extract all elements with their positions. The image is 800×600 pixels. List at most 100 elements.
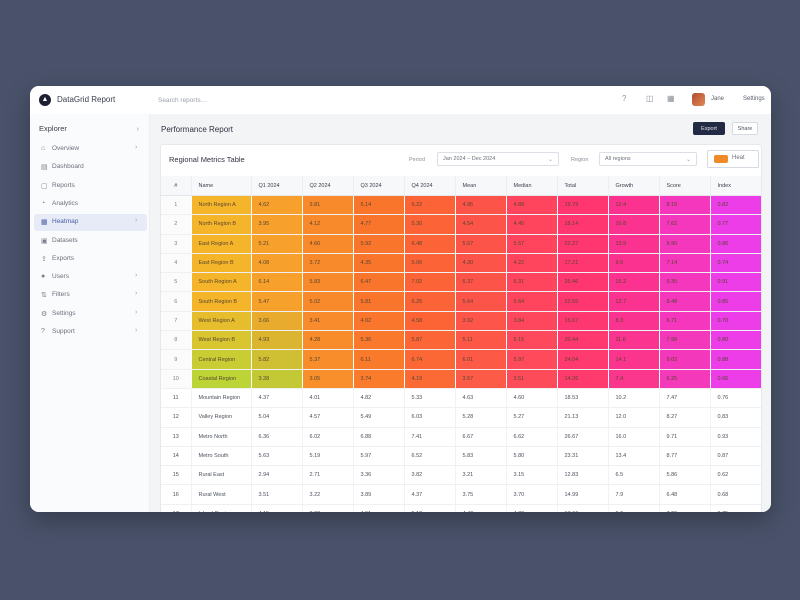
- app-window: ▲ DataGrid Report ? ◫ ▦ Jane Settings Ex…: [30, 86, 771, 512]
- heat-swatch: [714, 155, 728, 163]
- column-header[interactable]: Median: [506, 176, 558, 196]
- table-cell: 5.06: [404, 253, 456, 274]
- column-header[interactable]: Growth: [608, 176, 660, 196]
- table-cell: 5.15: [506, 330, 558, 351]
- share-button[interactable]: Share: [732, 122, 758, 135]
- sidebar-item-support[interactable]: ? Support ›: [34, 324, 147, 341]
- sidebar-item-overview[interactable]: ⌂ Overview ›: [34, 141, 147, 158]
- row-name-cell: Rural East: [191, 465, 252, 486]
- table-cell: 0.86: [710, 234, 761, 254]
- column-header[interactable]: Total: [557, 176, 609, 196]
- column-header[interactable]: Q2 2024: [302, 176, 354, 196]
- table-cell: 8.15: [659, 195, 711, 216]
- grid-icon[interactable]: ▦: [667, 94, 675, 103]
- sidebar-item-reports[interactable]: ▢ Reports: [34, 178, 147, 195]
- region-filter-input[interactable]: All regions ⌄: [599, 152, 697, 166]
- table-cell: 5.21: [251, 234, 303, 254]
- table-cell: 4.02: [353, 311, 405, 332]
- table-row[interactable]: 14 Metro South 5.63 5.19 5.97 6.52 5.83 5.80 23.…: [161, 446, 761, 467]
- table-cell: 6.11: [353, 349, 405, 370]
- sidebar-item-label: Filters: [52, 291, 70, 299]
- settings-icon: ⚙: [41, 310, 48, 318]
- search-input[interactable]: [158, 94, 308, 106]
- table-cell: 4.58: [404, 311, 456, 332]
- table-cell: 10.2: [608, 388, 660, 409]
- table-cell: 6.02: [302, 427, 354, 447]
- period-filter-input[interactable]: Jan 2024 – Dec 2024 ⌄: [437, 152, 559, 166]
- column-header[interactable]: Score: [659, 176, 711, 196]
- column-header[interactable]: Index: [710, 176, 761, 196]
- row-index: 7: [161, 311, 192, 332]
- table-row[interactable]: 11 Mountain Region 4.37 4.01 4.82 5.33 4.63 4.6…: [161, 388, 761, 409]
- row-index: 8: [161, 330, 192, 351]
- table-cell: 3.82: [404, 465, 456, 486]
- column-header[interactable]: Mean: [455, 176, 507, 196]
- sidebar-item-exports[interactable]: ⇪ Exports: [34, 251, 147, 268]
- sidebar-item-settings[interactable]: ⚙ Settings ›: [34, 306, 147, 323]
- table-cell: 5.97: [353, 446, 405, 467]
- table-cell: 0.85: [710, 291, 761, 312]
- row-name-cell: Rural West: [191, 484, 252, 505]
- table-row[interactable]: 4 East Region B 4.08 3.72 4.35 5.06 4.30 4.22 17…: [161, 253, 761, 274]
- table-row[interactable]: 17Island Region4.153.884.515.124.424.331…: [161, 504, 761, 512]
- table-row[interactable]: 9 Central Region 5.82 5.37 6.11 6.74 6.01 5.97 2…: [161, 349, 761, 370]
- table-row[interactable]: 16 Rural West 3.51 3.22 3.89 4.37 3.75 3.70 14.9…: [161, 484, 761, 505]
- table-row[interactable]: 15 Rural East 2.94 2.71 3.36 3.82 3.21 3.15 12.8…: [161, 465, 761, 486]
- table-cell: 8.27: [659, 407, 711, 428]
- column-header[interactable]: #: [161, 176, 192, 196]
- sidebar-header[interactable]: Explorer ›: [39, 124, 139, 133]
- table-row[interactable]: 7 West Region A 3.66 3.41 4.02 4.58 3.92 3.84 15…: [161, 311, 761, 332]
- table-cell: 3.22: [302, 484, 354, 505]
- sidebar-item-filters[interactable]: ⇅ Filters ›: [34, 287, 147, 304]
- sidebar-item-users[interactable]: ● Users ›: [34, 269, 147, 286]
- table-row[interactable]: 12 Valley Region 5.04 4.57 5.49 6.03 5.28 5.27 2…: [161, 407, 761, 428]
- table-row[interactable]: 3 East Region A 5.21 4.66 5.92 6.48 5.57 5.57 22…: [161, 234, 761, 254]
- help-icon: ?: [41, 328, 45, 335]
- table-cell: 4.66: [302, 234, 354, 254]
- table-row[interactable]: 2 North Region B 3.95 4.12 4.77 5.30 4.54 4.45 1…: [161, 214, 761, 235]
- avatar[interactable]: [692, 93, 705, 106]
- table-row[interactable]: 5 South Region A 6.14 5.83 6.47 7.02 6.37 6.31 2…: [161, 272, 761, 293]
- sidebar-item-dashboard[interactable]: ▤ Dashboard: [34, 159, 147, 176]
- table-cell: 8.90: [659, 234, 711, 254]
- table-cell: 7.62: [659, 214, 711, 235]
- table-row[interactable]: 8 West Region B 4.93 4.28 5.36 5.87 5.11 5.15 20…: [161, 330, 761, 351]
- table-row[interactable]: 10 Coastal Region 3.28 3.05 3.74 4.19 3.57 3.51…: [161, 369, 761, 389]
- table-cell: 6.14: [251, 272, 303, 293]
- data-table: # Name Q1 2024 Q2 2024 Q3 2024 Q4 2024 Mean Med…: [161, 176, 761, 512]
- row-name-cell: South Region A: [191, 272, 252, 293]
- datasets-icon: ▣: [41, 237, 48, 245]
- sidebar-item-datasets[interactable]: ▣ Datasets: [34, 233, 147, 250]
- table-cell: 0.70: [710, 311, 761, 332]
- sidebar-item-heatmap[interactable]: ▦ Heatmap ›: [34, 214, 147, 232]
- chevron-down-icon: ⌄: [547, 157, 553, 163]
- notification-bell-icon[interactable]: ◫: [646, 94, 654, 103]
- table-cell: 7.98: [659, 330, 711, 351]
- table-cell: 3.75: [455, 484, 507, 505]
- table-cell: 3.95: [251, 214, 303, 235]
- table-cell: 5.57: [455, 234, 507, 254]
- table-cell: 6.62: [506, 427, 558, 447]
- table-cell: 7.47: [659, 388, 711, 409]
- table-cell: 12.4: [608, 195, 660, 216]
- table-cell: 3.81: [302, 195, 354, 216]
- heat-toggle[interactable]: Heat: [707, 150, 759, 168]
- row-name-cell: East Region A: [191, 234, 252, 254]
- column-header[interactable]: Q3 2024: [353, 176, 405, 196]
- table-row[interactable]: 6 South Region B 5.47 5.02 5.81 6.25 5.64 5.64 2…: [161, 291, 761, 312]
- table-cell: 26.67: [557, 427, 609, 447]
- table-cell: 4.19: [404, 369, 456, 389]
- table-cell: 5.49: [353, 407, 405, 428]
- table-row[interactable]: 13 Metro North 6.36 6.02 6.88 7.41 6.67 6.62 26.…: [161, 427, 761, 447]
- column-header[interactable]: Q4 2024: [404, 176, 456, 196]
- settings-link[interactable]: Settings: [743, 96, 765, 102]
- chevron-right-icon: ›: [136, 124, 140, 133]
- table-row[interactable]: 1 North Region A 4.62 3.81 5.14 6.22 4.95 4.88 1…: [161, 195, 761, 216]
- column-header[interactable]: Name: [191, 176, 252, 196]
- export-button[interactable]: Export: [693, 122, 725, 135]
- column-header[interactable]: Q1 2024: [251, 176, 303, 196]
- sidebar-item-analytics[interactable]: ◔ Analytics: [34, 196, 147, 213]
- table-cell: 5.28: [455, 407, 507, 428]
- table-cell: 12.83: [557, 465, 609, 486]
- help-icon[interactable]: ?: [622, 94, 626, 103]
